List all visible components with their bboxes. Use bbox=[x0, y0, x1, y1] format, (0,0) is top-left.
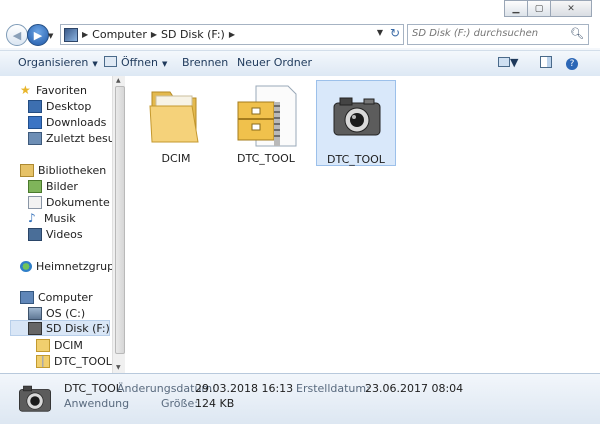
sidebar-item-drive-c[interactable]: OS (C:) bbox=[28, 305, 85, 321]
search-input[interactable] bbox=[408, 25, 568, 42]
camera-app-icon bbox=[333, 97, 381, 136]
forward-arrow-icon: ▶ bbox=[33, 28, 43, 42]
maximize-button[interactable]: ▢ bbox=[527, 0, 551, 17]
chevron-right-icon[interactable]: ▶ bbox=[82, 30, 88, 39]
preview-pane-button[interactable] bbox=[540, 56, 552, 71]
documents-icon bbox=[28, 195, 42, 209]
view-icon bbox=[498, 57, 510, 67]
sidebar-item-homegroup[interactable]: Heimnetzgruppe bbox=[20, 258, 112, 274]
sidebar-item-favorites[interactable]: ★ Favoriten bbox=[20, 82, 87, 98]
music-icon: ♪ bbox=[28, 210, 36, 225]
recent-places-icon bbox=[28, 131, 42, 145]
navigation-scrollbar[interactable]: ▲ ▼ bbox=[112, 76, 125, 373]
chevron-down-icon: ▼ bbox=[161, 60, 168, 68]
address-dropdown-icon[interactable]: ▼ bbox=[377, 28, 383, 37]
chevron-down-icon: ▼ bbox=[92, 60, 98, 68]
details-file-name: DTC_TOOL bbox=[64, 382, 122, 395]
sidebar-item-recent[interactable]: Zuletzt besucht bbox=[28, 130, 112, 146]
pictures-icon bbox=[28, 179, 42, 193]
breadcrumb-sd-disk[interactable]: SD Disk (F:) bbox=[161, 28, 225, 41]
history-dropdown-icon[interactable]: ▼ bbox=[48, 32, 53, 40]
forward-button[interactable]: ▶ bbox=[27, 24, 49, 46]
sidebar-item-dtc-tool[interactable]: DTC_TOOL bbox=[36, 353, 112, 369]
address-bar[interactable]: ▶ Computer ▶ SD Disk (F:) ▶ ▼ ↻ bbox=[60, 24, 404, 45]
zip-archive-icon bbox=[237, 85, 297, 147]
back-button[interactable]: ◀ bbox=[6, 24, 28, 46]
scroll-up-icon[interactable]: ▲ bbox=[116, 77, 121, 84]
window-controls: ▁ ▢ ✕ bbox=[504, 0, 592, 17]
sidebar-item-videos[interactable]: Videos bbox=[28, 226, 83, 242]
star-icon: ★ bbox=[20, 82, 31, 97]
folder-icon bbox=[36, 338, 50, 352]
file-name: DTC_TOOL bbox=[237, 152, 295, 165]
burn-button[interactable]: Brennen bbox=[182, 56, 228, 69]
created-value: 23.06.2017 08:04 bbox=[365, 382, 464, 395]
zip-archive-icon bbox=[36, 354, 50, 368]
file-name: DTC_TOOL bbox=[327, 153, 385, 166]
title-bar: ▁ ▢ ✕ bbox=[0, 0, 600, 22]
file-name: DCIM bbox=[161, 152, 191, 165]
view-options-button[interactable]: ▼ bbox=[498, 56, 518, 69]
drive-icon bbox=[28, 306, 42, 320]
file-item-dtc-tool-app[interactable]: DTC_TOOL bbox=[316, 80, 396, 166]
camera-app-icon bbox=[19, 385, 51, 412]
application-icon bbox=[104, 56, 117, 67]
navigation-bar: ◀ ▶ ▼ ▶ Computer ▶ SD Disk (F:) ▶ ▼ ↻ 🔍︎ bbox=[0, 22, 600, 48]
navigation-pane: ★ Favoriten Desktop Downloads Zuletzt be… bbox=[0, 76, 112, 373]
homegroup-icon bbox=[20, 260, 32, 272]
help-button[interactable]: ? bbox=[566, 56, 578, 70]
file-item-dtc-tool-zip[interactable]: DTC_TOOL bbox=[226, 80, 306, 166]
preview-pane-icon bbox=[540, 56, 552, 68]
modified-value: 29.03.2018 16:13 bbox=[195, 382, 294, 395]
command-bar: Organisieren ▼ Öffnen ▼ Brennen Neuer Ordn… bbox=[0, 50, 600, 77]
scroll-down-icon[interactable]: ▼ bbox=[116, 364, 121, 371]
search-box: 🔍︎ bbox=[407, 24, 589, 45]
desktop-icon bbox=[28, 99, 42, 113]
downloads-icon bbox=[28, 115, 42, 129]
created-label: Erstelldatum: bbox=[296, 382, 370, 395]
details-pane: DTC_TOOL Anwendung Änderungsdatum: 29.03… bbox=[0, 373, 600, 424]
computer-icon bbox=[64, 27, 78, 42]
close-button[interactable]: ✕ bbox=[550, 0, 592, 17]
computer-icon bbox=[20, 290, 34, 304]
search-icon[interactable]: 🔍︎ bbox=[570, 27, 584, 40]
sidebar-item-downloads[interactable]: Downloads bbox=[28, 114, 106, 130]
refresh-icon[interactable]: ↻ bbox=[390, 26, 400, 40]
size-value: 124 KB bbox=[195, 397, 235, 410]
chevron-right-icon[interactable]: ▶ bbox=[229, 30, 235, 39]
sidebar-item-libraries[interactable]: Bibliotheken bbox=[20, 162, 106, 178]
help-icon: ? bbox=[566, 58, 578, 70]
file-item-dcim[interactable]: DCIM bbox=[136, 80, 216, 166]
sidebar-item-pictures[interactable]: Bilder bbox=[28, 178, 78, 194]
explorer-window: ▁ ▢ ✕ ◀ ▶ ▼ ▶ Computer ▶ SD Disk (F:) ▶ … bbox=[0, 0, 600, 424]
folder-icon bbox=[149, 91, 199, 143]
sidebar-item-music[interactable]: ♪ Musik bbox=[28, 210, 76, 226]
back-arrow-icon: ◀ bbox=[12, 28, 22, 42]
sidebar-item-drive-f[interactable]: SD Disk (F:) bbox=[10, 320, 110, 336]
sidebar-item-desktop[interactable]: Desktop bbox=[28, 98, 91, 114]
sidebar-item-computer[interactable]: Computer bbox=[20, 289, 93, 305]
organize-button[interactable]: Organisieren ▼ bbox=[18, 56, 98, 69]
size-label: Größe: bbox=[161, 397, 198, 410]
sd-card-icon bbox=[28, 321, 42, 335]
libraries-icon bbox=[20, 163, 34, 177]
minimize-button[interactable]: ▁ bbox=[504, 0, 528, 17]
open-button[interactable]: Öffnen ▼ bbox=[104, 56, 167, 69]
videos-icon bbox=[28, 227, 42, 241]
scrollbar-thumb[interactable] bbox=[115, 86, 125, 354]
sidebar-item-dcim[interactable]: DCIM bbox=[36, 337, 83, 353]
chevron-right-icon[interactable]: ▶ bbox=[151, 30, 157, 39]
main-area: ★ Favoriten Desktop Downloads Zuletzt be… bbox=[0, 76, 600, 373]
breadcrumb-computer[interactable]: Computer bbox=[92, 28, 147, 41]
details-file-type: Anwendung bbox=[64, 397, 130, 410]
new-folder-button[interactable]: Neuer Ordner bbox=[237, 56, 312, 69]
chevron-down-icon: ▼ bbox=[510, 56, 519, 69]
sidebar-item-documents[interactable]: Dokumente bbox=[28, 194, 110, 210]
file-list: DCIM DTC_TOOL DTC_TOOL bbox=[126, 76, 600, 373]
